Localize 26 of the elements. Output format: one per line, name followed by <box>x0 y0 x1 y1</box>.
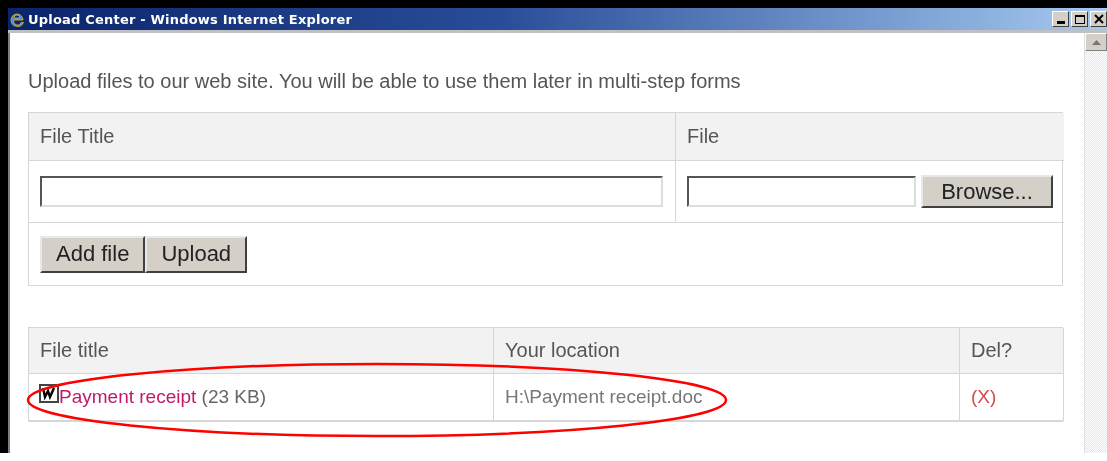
file-location: H:\Payment receipt.doc <box>505 386 703 408</box>
browser-logo-icon <box>9 11 25 27</box>
up-arrow-icon <box>1091 39 1101 45</box>
maximize-button[interactable] <box>1071 11 1088 27</box>
table-header-cell: Del? <box>960 328 1064 374</box>
browse-button[interactable]: Browse... <box>921 175 1053 208</box>
close-button[interactable] <box>1090 11 1107 27</box>
table-header-cell: Your location <box>494 328 960 374</box>
file-link[interactable]: Payment receipt <box>59 386 197 408</box>
scroll-up-button[interactable] <box>1085 33 1107 51</box>
file-size: (23 KB) <box>200 386 266 408</box>
table-header-cell: File Title <box>29 113 676 161</box>
window-title: Upload Center - Windows Internet Explorer <box>28 11 353 27</box>
form-button[interactable]: Upload <box>145 235 248 273</box>
minimize-icon <box>1056 21 1065 24</box>
maximize-icon <box>1074 14 1085 24</box>
form-button[interactable]: Add file <box>40 235 146 273</box>
intro-text: Upload files to our web site. You will be able to use them later in multi-step forms <box>28 70 741 92</box>
scrollbar[interactable] <box>1084 33 1107 453</box>
minimize-button[interactable] <box>1052 11 1069 27</box>
delete-link[interactable]: (X) <box>971 386 997 408</box>
table-header-cell: File title <box>29 328 494 374</box>
table-header-cell: File <box>676 113 1064 161</box>
file-title-field[interactable] <box>40 176 663 207</box>
close-icon <box>1093 14 1104 24</box>
file-path-field[interactable] <box>687 176 916 207</box>
